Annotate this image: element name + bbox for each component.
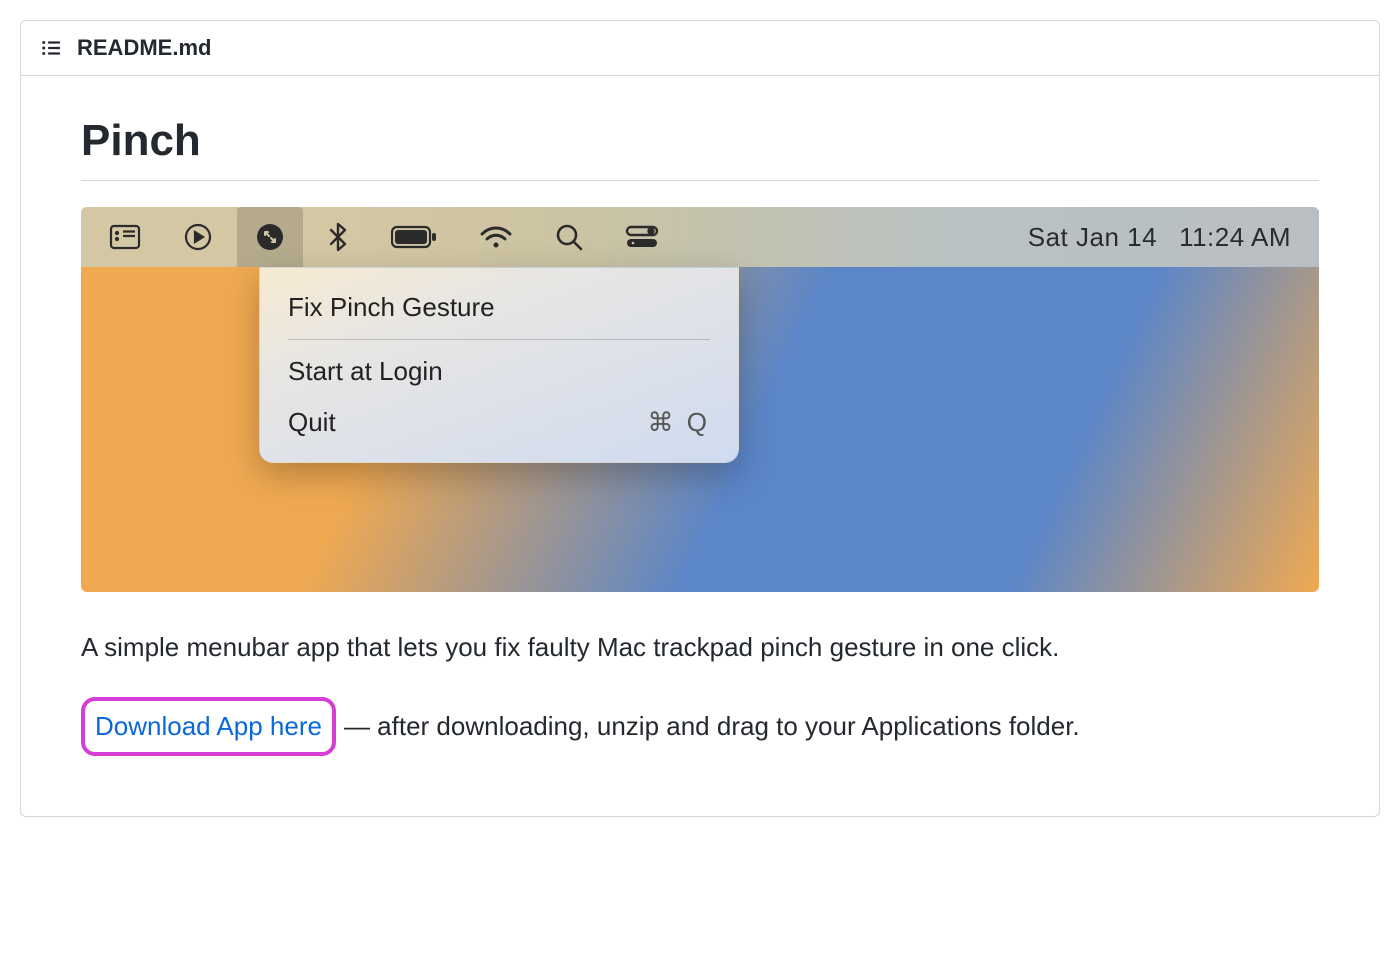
download-link-highlight: Download App here xyxy=(81,697,336,756)
menu-item-quit: Quit ⌘ Q xyxy=(260,397,738,448)
table-of-contents-button[interactable] xyxy=(41,37,63,59)
window-icon xyxy=(109,224,141,250)
pinch-app-menubar-icon xyxy=(237,207,303,267)
wifi-icon xyxy=(479,224,513,250)
readme-header: README.md xyxy=(21,21,1379,76)
menu-item-quit-shortcut: ⌘ Q xyxy=(648,407,710,438)
play-icon xyxy=(183,222,213,252)
app-screenshot: Sat Jan 14 11:24 AM Fix Pinch Gesture St… xyxy=(81,207,1319,592)
menu-divider xyxy=(288,339,710,340)
menu-item-fix-pinch: Fix Pinch Gesture xyxy=(260,282,738,333)
page-title: Pinch xyxy=(81,116,1319,181)
menubar-time: 11:24 AM xyxy=(1179,222,1291,253)
download-link[interactable]: Download App here xyxy=(95,711,322,741)
menu-item-quit-label: Quit xyxy=(288,407,336,438)
readme-container: README.md Pinch xyxy=(20,20,1380,817)
download-instructions: — after downloading, unzip and drag to y… xyxy=(344,707,1080,746)
readme-filename: README.md xyxy=(77,35,211,61)
control-center-icon xyxy=(625,224,659,250)
menu-item-start-at-login: Start at Login xyxy=(260,346,738,397)
bluetooth-icon xyxy=(327,221,349,253)
mac-menubar: Sat Jan 14 11:24 AM xyxy=(81,207,1319,267)
battery-icon xyxy=(391,225,437,249)
menubar-clock: Sat Jan 14 11:24 AM xyxy=(1028,222,1291,253)
search-icon xyxy=(555,223,583,251)
app-dropdown-menu: Fix Pinch Gesture Start at Login Quit ⌘ … xyxy=(259,267,739,463)
readme-body: Pinch xyxy=(21,76,1379,816)
menubar-date: Sat Jan 14 xyxy=(1028,222,1157,253)
app-description: A simple menubar app that lets you fix f… xyxy=(81,628,1319,667)
list-icon xyxy=(41,37,63,59)
download-paragraph: Download App here — after downloading, u… xyxy=(81,697,1319,756)
